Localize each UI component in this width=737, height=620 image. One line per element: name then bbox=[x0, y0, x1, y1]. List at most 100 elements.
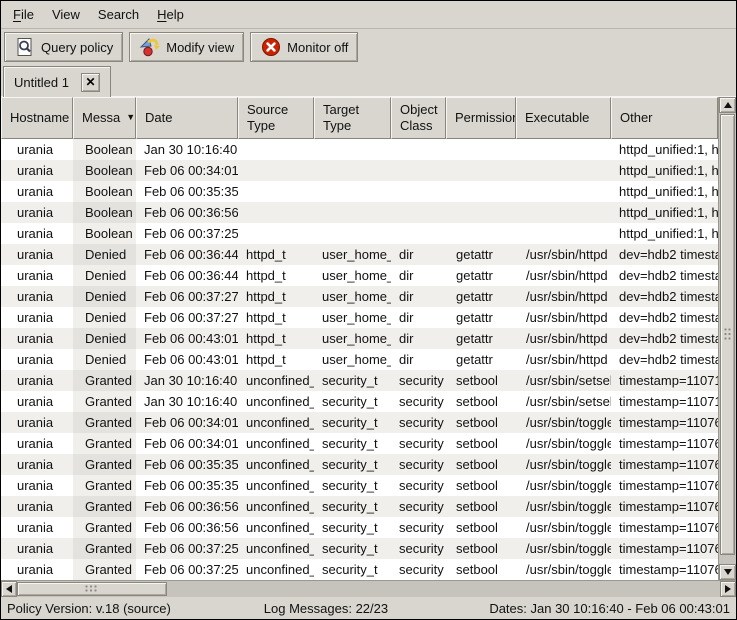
cell-target: user_home_ bbox=[314, 286, 391, 307]
column-header-label: Other bbox=[620, 110, 653, 126]
cell-executable: /usr/sbin/toggle bbox=[516, 454, 611, 475]
cell-date: Feb 06 00:36:56 bbox=[136, 496, 238, 517]
vertical-scroll-track[interactable] bbox=[719, 113, 736, 564]
cell-source: unconfined_ bbox=[238, 538, 314, 559]
cell-permission bbox=[446, 181, 516, 202]
menu-view[interactable]: View bbox=[43, 3, 89, 26]
column-header-other[interactable]: Other bbox=[611, 97, 718, 139]
cell-hostname: urania bbox=[1, 244, 73, 265]
table-row[interactable]: uraniaGrantedFeb 06 00:37:25unconfined_s… bbox=[1, 559, 718, 580]
table-row[interactable]: uraniaDeniedFeb 06 00:43:01httpd_tuser_h… bbox=[1, 328, 718, 349]
column-header-date[interactable]: Date bbox=[136, 97, 238, 139]
cell-target bbox=[314, 160, 391, 181]
monitor-off-button[interactable]: Monitor off bbox=[250, 32, 358, 62]
query-policy-icon bbox=[14, 36, 36, 58]
table-row[interactable]: uraniaBooleanJan 30 10:16:40httpd_unifie… bbox=[1, 139, 718, 160]
table-row[interactable]: uraniaGrantedFeb 06 00:36:56unconfined_s… bbox=[1, 517, 718, 538]
cell-other: timestamp=11076 bbox=[611, 496, 718, 517]
tab-close-button[interactable]: ✕ bbox=[81, 73, 100, 92]
cell-permission: getattr bbox=[446, 265, 516, 286]
vertical-scroll-thumb[interactable] bbox=[720, 114, 735, 555]
table-row[interactable]: uraniaDeniedFeb 06 00:37:27httpd_tuser_h… bbox=[1, 307, 718, 328]
cell-date: Feb 06 00:37:25 bbox=[136, 559, 238, 580]
table-row[interactable]: uraniaDeniedFeb 06 00:36:44httpd_tuser_h… bbox=[1, 265, 718, 286]
cell-other: dev=hdb2 timesta bbox=[611, 286, 718, 307]
column-header-executable[interactable]: Executable bbox=[516, 97, 611, 139]
menubar: FileViewSearchHelp bbox=[1, 1, 736, 29]
cell-source: httpd_t bbox=[238, 328, 314, 349]
cell-executable: /usr/sbin/toggle bbox=[516, 559, 611, 580]
query-policy-button[interactable]: Query policy bbox=[4, 32, 123, 62]
cell-hostname: urania bbox=[1, 181, 73, 202]
column-header-target[interactable]: Target Type bbox=[314, 97, 391, 139]
cell-permission bbox=[446, 160, 516, 181]
cell-other: httpd_unified:1, h bbox=[611, 223, 718, 244]
cell-date: Feb 06 00:36:44 bbox=[136, 265, 238, 286]
table-row[interactable]: uraniaDeniedFeb 06 00:43:01httpd_tuser_h… bbox=[1, 349, 718, 370]
table-row[interactable]: uraniaGrantedJan 30 10:16:40unconfined_s… bbox=[1, 370, 718, 391]
cell-source: unconfined_ bbox=[238, 496, 314, 517]
cell-permission bbox=[446, 223, 516, 244]
table-row[interactable]: uraniaGrantedFeb 06 00:34:01unconfined_s… bbox=[1, 433, 718, 454]
cell-date: Feb 06 00:37:27 bbox=[136, 286, 238, 307]
table-row[interactable]: uraniaGrantedFeb 06 00:35:35unconfined_s… bbox=[1, 454, 718, 475]
tab-untitled-1[interactable]: Untitled 1 ✕ bbox=[3, 66, 111, 97]
cell-date: Jan 30 10:16:40 bbox=[136, 391, 238, 412]
table-body: uraniaBooleanJan 30 10:16:40httpd_unifie… bbox=[1, 139, 718, 580]
grip-icon bbox=[85, 585, 99, 593]
cell-source: httpd_t bbox=[238, 349, 314, 370]
table-row[interactable]: uraniaGrantedJan 30 10:16:40unconfined_s… bbox=[1, 391, 718, 412]
cell-target: security_t bbox=[314, 559, 391, 580]
cell-date: Feb 06 00:34:01 bbox=[136, 412, 238, 433]
column-header-hostname[interactable]: Hostname bbox=[1, 97, 73, 139]
cell-message: Granted bbox=[73, 412, 136, 433]
cell-message: Granted bbox=[73, 475, 136, 496]
cell-message: Granted bbox=[73, 517, 136, 538]
cell-permission: setbool bbox=[446, 538, 516, 559]
cell-date: Feb 06 00:36:56 bbox=[136, 202, 238, 223]
menu-file[interactable]: File bbox=[4, 3, 43, 26]
cell-hostname: urania bbox=[1, 412, 73, 433]
cell-date: Feb 06 00:36:44 bbox=[136, 244, 238, 265]
column-header-objclass[interactable]: Object Class bbox=[391, 97, 446, 139]
column-header-message[interactable]: Messa▼ bbox=[73, 97, 136, 139]
table-row[interactable]: uraniaGrantedFeb 06 00:36:56unconfined_s… bbox=[1, 496, 718, 517]
menu-search[interactable]: Search bbox=[89, 3, 148, 26]
cell-source: unconfined_ bbox=[238, 559, 314, 580]
table-row[interactable]: uraniaDeniedFeb 06 00:36:44httpd_tuser_h… bbox=[1, 244, 718, 265]
cell-date: Jan 30 10:16:40 bbox=[136, 139, 238, 160]
table-row[interactable]: uraniaBooleanFeb 06 00:35:35httpd_unifie… bbox=[1, 181, 718, 202]
table-row[interactable]: uraniaBooleanFeb 06 00:36:56httpd_unifie… bbox=[1, 202, 718, 223]
table-row[interactable]: uraniaBooleanFeb 06 00:34:01httpd_unifie… bbox=[1, 160, 718, 181]
horizontal-scroll-track[interactable] bbox=[17, 581, 720, 597]
scroll-up-button[interactable] bbox=[719, 97, 736, 113]
table-row[interactable]: uraniaGrantedFeb 06 00:34:01unconfined_s… bbox=[1, 412, 718, 433]
cell-target: security_t bbox=[314, 475, 391, 496]
scroll-left-button[interactable] bbox=[1, 581, 17, 597]
horizontal-scroll-thumb[interactable] bbox=[17, 582, 167, 596]
horizontal-scrollbar[interactable] bbox=[1, 580, 736, 597]
cell-other: timestamp=11071 bbox=[611, 370, 718, 391]
table-row[interactable]: uraniaDeniedFeb 06 00:37:27httpd_tuser_h… bbox=[1, 286, 718, 307]
cell-source: httpd_t bbox=[238, 307, 314, 328]
cell-target: security_t bbox=[314, 538, 391, 559]
cell-date: Feb 06 00:37:27 bbox=[136, 307, 238, 328]
cell-executable bbox=[516, 202, 611, 223]
monitor-off-label: Monitor off bbox=[287, 40, 348, 55]
scroll-right-button[interactable] bbox=[720, 581, 736, 597]
cell-date: Feb 06 00:43:01 bbox=[136, 349, 238, 370]
table-row[interactable]: uraniaGrantedFeb 06 00:35:35unconfined_s… bbox=[1, 475, 718, 496]
cell-permission: setbool bbox=[446, 433, 516, 454]
menu-help[interactable]: Help bbox=[148, 3, 193, 26]
cell-message: Denied bbox=[73, 307, 136, 328]
table-row[interactable]: uraniaBooleanFeb 06 00:37:25httpd_unifie… bbox=[1, 223, 718, 244]
scroll-down-button[interactable] bbox=[719, 564, 736, 580]
column-header-source[interactable]: Source Type bbox=[238, 97, 314, 139]
column-header-permission[interactable]: Permission bbox=[446, 97, 516, 139]
table-row[interactable]: uraniaGrantedFeb 06 00:37:25unconfined_s… bbox=[1, 538, 718, 559]
modify-view-button[interactable]: Modify view bbox=[129, 32, 244, 62]
cell-hostname: urania bbox=[1, 370, 73, 391]
vertical-scrollbar[interactable] bbox=[718, 97, 736, 580]
cell-permission: setbool bbox=[446, 559, 516, 580]
cell-source: unconfined_ bbox=[238, 454, 314, 475]
